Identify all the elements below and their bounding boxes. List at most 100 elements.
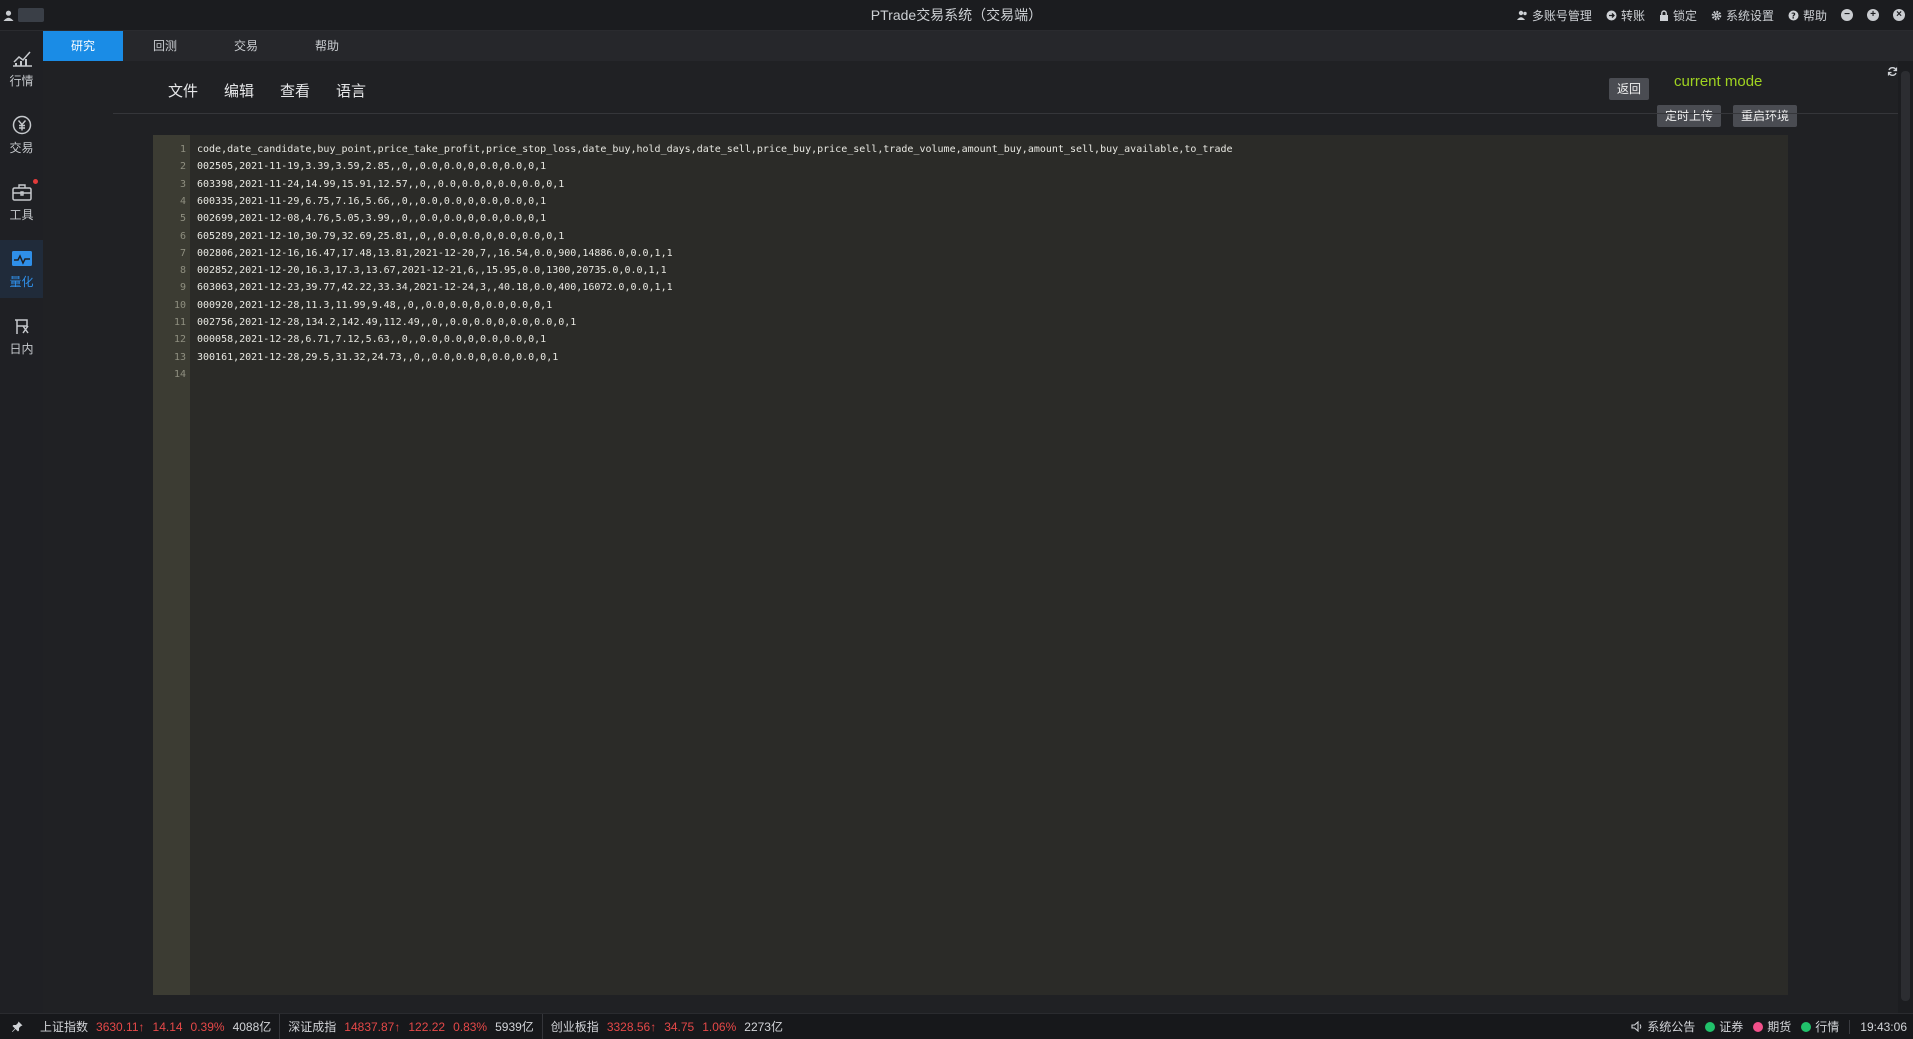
tab-trade[interactable]: 交易: [206, 31, 286, 61]
line-number: 8: [179, 265, 186, 277]
accounts-icon: [1516, 10, 1527, 20]
index-volume: 5939亿: [495, 1020, 534, 1034]
menu-file[interactable]: 文件: [168, 80, 198, 101]
connection-label: 行情: [1815, 1020, 1840, 1034]
speaker-icon: [1631, 1021, 1642, 1032]
index-chinext[interactable]: 创业板指 3328.56↑ 34.75 1.06% 2273亿: [543, 1014, 791, 1039]
connection-market[interactable]: 行情: [1801, 1018, 1839, 1035]
nav-item-quant[interactable]: 量化: [0, 240, 43, 298]
market-status-dot: [1801, 1022, 1812, 1032]
toolbar-divider: [113, 113, 1898, 114]
maximize-button[interactable]: +: [1867, 9, 1879, 21]
gear-icon: [1711, 10, 1722, 20]
vertical-scrollbar[interactable]: [1898, 61, 1913, 1013]
help-button[interactable]: ? 帮助: [1788, 7, 1827, 24]
transfer-icon: [1606, 10, 1617, 20]
nav-item-trade[interactable]: 交易: [0, 106, 43, 164]
connection-securities[interactable]: 证券: [1705, 1018, 1743, 1035]
menu-edit[interactable]: 编辑: [224, 80, 254, 101]
line-number: 13: [173, 351, 186, 363]
clock: 19:43:06: [1860, 1019, 1907, 1034]
nav-item-intraday[interactable]: 日内: [0, 307, 43, 365]
index-shenzhen[interactable]: 深证成指 14837.87↑ 122.22 0.83% 5939亿: [280, 1014, 543, 1039]
code-line[interactable]: 605289,2021-12-10,30.79,32.69,25.81,,0,,…: [197, 231, 564, 242]
line-number: 6: [179, 230, 186, 242]
index-volume: 4088亿: [232, 1020, 272, 1034]
multi-account-button[interactable]: 多账号管理: [1516, 7, 1592, 24]
tab-backtest[interactable]: 回测: [125, 31, 205, 61]
code-line[interactable]: 002505,2021-11-19,3.39,3.59,2.85,,0,,0.0…: [197, 161, 546, 172]
nav-label-quant: 量化: [9, 274, 34, 289]
nav-label-trade: 交易: [9, 140, 34, 155]
refresh-button[interactable]: [1887, 66, 1898, 80]
lock-button[interactable]: 锁定: [1659, 7, 1697, 24]
line-number: 14: [173, 368, 186, 380]
announcement-label: 系统公告: [1647, 1020, 1696, 1034]
code-line[interactable]: 002756,2021-12-28,134.2,142.49,112.49,,0…: [197, 317, 576, 328]
refresh-icon: [1887, 66, 1898, 77]
index-percent: 1.06%: [702, 1019, 737, 1034]
index-shanghai[interactable]: 上证指数 3630.11↑ 14.14 0.39% 4088亿: [0, 1014, 281, 1039]
current-mode-label: current mode: [1674, 73, 1763, 90]
yen-icon: [12, 115, 31, 134]
code-line[interactable]: code,date_candidate,buy_point,price_take…: [197, 144, 1233, 155]
code-line[interactable]: 000058,2021-12-28,6.71,7.12,5.63,,0,,0.0…: [197, 334, 546, 345]
connection-label: 证券: [1719, 1020, 1744, 1034]
research-workspace: 文件 编辑 查看 语言 返回 current mode 定时上传 重启环境 1c…: [43, 61, 1898, 1013]
index-value: 3630.11↑: [96, 1019, 145, 1034]
scrollbar-thumb[interactable]: [1901, 71, 1910, 1001]
nav-item-tools[interactable]: 工具: [0, 173, 43, 231]
line-number: 9: [179, 282, 186, 294]
transfer-button[interactable]: 转账: [1606, 7, 1645, 24]
index-value: 3328.56↑: [606, 1019, 657, 1034]
code-line[interactable]: 603398,2021-11-24,14.99,15.91,12.57,,0,,…: [197, 179, 564, 190]
code-line[interactable]: 603063,2021-12-23,39.77,42.22,33.34,2021…: [197, 282, 673, 293]
menu-language[interactable]: 语言: [336, 80, 366, 101]
code-line[interactable]: 600335,2021-11-29,6.75,7.16,5.66,,0,,0.0…: [197, 196, 546, 207]
code-line[interactable]: 000920,2021-12-28,11.3,11.99,9.48,,0,,0.…: [197, 300, 552, 311]
index-name: 创业板指: [550, 1020, 599, 1034]
tab-research[interactable]: 研究: [43, 31, 123, 61]
line-number: 2: [179, 161, 186, 173]
line-number: 7: [179, 247, 186, 259]
lock-label: 锁定: [1672, 8, 1697, 23]
nav-label-tools: 工具: [9, 207, 34, 222]
index-change: 34.75: [664, 1019, 695, 1034]
code-line[interactable]: 002852,2021-12-20,16.3,17.3,13.67,2021-1…: [197, 265, 667, 276]
line-number: 5: [179, 213, 186, 225]
nav-item-market[interactable]: 行情: [0, 39, 43, 97]
pin-icon[interactable]: [12, 1021, 23, 1032]
index-value: 14837.87↑: [344, 1019, 401, 1034]
scheduled-upload-button[interactable]: 定时上传: [1657, 105, 1722, 127]
editor-menu-bar: 文件 编辑 查看 语言: [168, 80, 366, 101]
user-icon: [3, 10, 14, 21]
code-line[interactable]: 002699,2021-12-08,4.76,5.05,3.99,,0,,0.0…: [197, 213, 546, 224]
index-change: 14.14: [152, 1019, 183, 1034]
index-percent: 0.39%: [190, 1019, 225, 1034]
index-change: 122.22: [408, 1019, 446, 1034]
securities-status-dot: [1705, 1022, 1716, 1032]
chart-icon: [12, 51, 32, 67]
tab-help[interactable]: 帮助: [287, 31, 367, 61]
csv-editor[interactable]: 1 code,date_candidate,buy_point,price_tak…: [153, 135, 1788, 995]
quant-icon: [11, 250, 32, 266]
close-icon: ×: [1896, 9, 1902, 20]
transfer-label: 转账: [1620, 8, 1645, 23]
system-settings-button[interactable]: 系统设置: [1711, 7, 1774, 24]
close-button[interactable]: ×: [1893, 9, 1905, 21]
title-bar: PTrade交易系统（交易端） 多账号管理 转账 锁定 系统设置 ? 帮助 − …: [0, 0, 1913, 31]
multi-account-label: 多账号管理: [1531, 8, 1592, 23]
announcement-link[interactable]: 系统公告: [1631, 1018, 1695, 1035]
status-divider: [1849, 1019, 1851, 1034]
restart-environment-button[interactable]: 重启环境: [1733, 105, 1798, 127]
code-line[interactable]: 300161,2021-12-28,29.5,31.32,24.73,,0,,0…: [197, 352, 558, 363]
status-bar: 上证指数 3630.11↑ 14.14 0.39% 4088亿 深证成指 148…: [0, 1013, 1913, 1039]
code-line[interactable]: 002806,2021-12-16,16.47,17.48,13.81,2021…: [197, 248, 673, 259]
menu-view[interactable]: 查看: [280, 80, 310, 101]
connection-futures[interactable]: 期货: [1753, 1018, 1791, 1035]
maximize-icon: +: [1870, 9, 1876, 20]
index-name: 深证成指: [288, 1020, 337, 1034]
back-button[interactable]: 返回: [1609, 78, 1650, 100]
user-account[interactable]: [0, 0, 47, 30]
minimize-button[interactable]: −: [1841, 9, 1853, 21]
